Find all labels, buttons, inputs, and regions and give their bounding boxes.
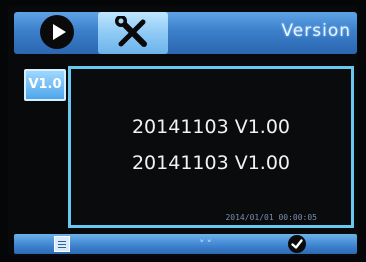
playback-button[interactable]	[34, 15, 82, 51]
top-bar: Version	[14, 12, 357, 54]
tools-tab[interactable]	[98, 12, 168, 54]
checkmark-icon[interactable]	[288, 235, 306, 253]
version-line-1: 20141103 V1.00	[131, 116, 291, 138]
menu-icon[interactable]	[54, 236, 70, 252]
version-line-2: 20141103 V1.00	[131, 152, 291, 174]
tools-icon	[115, 16, 147, 47]
double-chevron-down-icon[interactable]: ˅˅	[199, 238, 214, 251]
version-panel: 20141103 V1.00 20141103 V1.00 2014/01/01…	[68, 66, 354, 228]
version-menu-icon[interactable]: V1.0	[24, 69, 66, 101]
bottom-bar: ˅˅	[14, 234, 357, 254]
camera-screen: Version V1.0 20141103 V1.00 20141103 V1.…	[8, 6, 358, 256]
timestamp: 2014/01/01 00:00:05	[225, 213, 317, 222]
page-title: Version	[281, 21, 351, 41]
